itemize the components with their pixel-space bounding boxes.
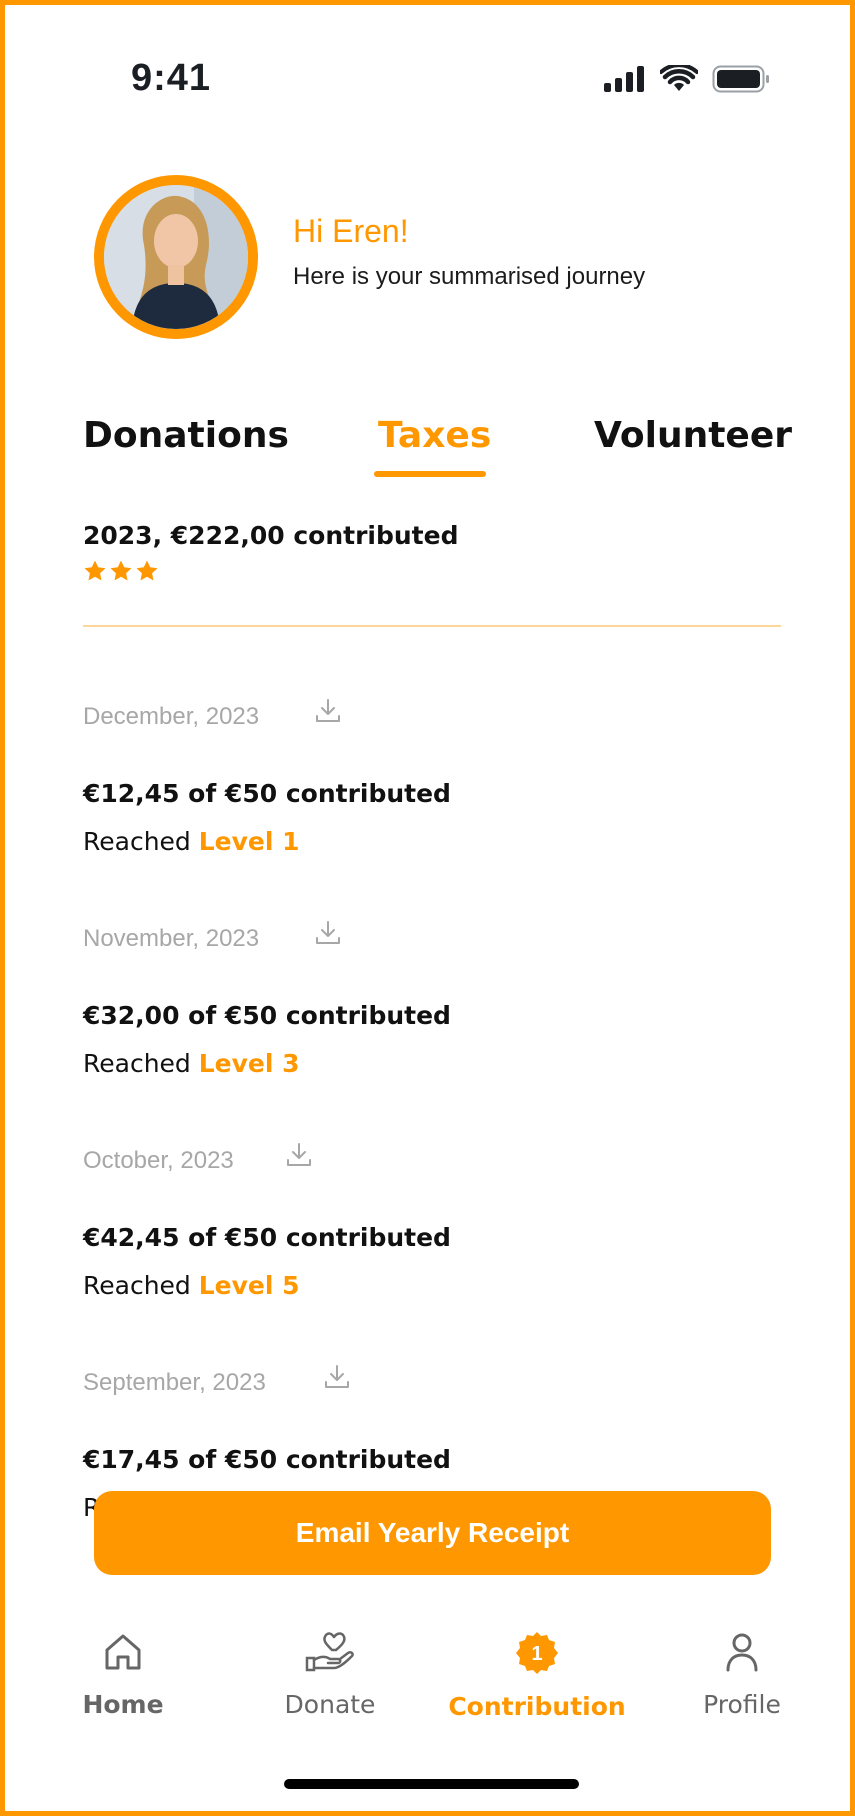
- contribution-amount: €17,45 of €50 contributed: [83, 1445, 451, 1474]
- nav-contribution[interactable]: 1 Contribution: [448, 1630, 626, 1721]
- active-tab-indicator: [374, 471, 486, 477]
- month-label: October, 2023: [83, 1147, 234, 1174]
- star-icon: [84, 560, 106, 581]
- home-indicator: [284, 1779, 579, 1789]
- yearly-summary: 2023, €222,00 contributed: [83, 521, 459, 550]
- reached-label: Reached: [83, 827, 199, 856]
- level-label: Level 3: [198, 1049, 300, 1078]
- status-icons: [604, 65, 770, 93]
- rating-stars: [83, 559, 159, 583]
- nav-profile[interactable]: Profile: [657, 1630, 827, 1719]
- profile-icon: [726, 1633, 758, 1672]
- nav-label: Profile: [703, 1690, 781, 1719]
- reached-label: Reached: [83, 1271, 199, 1300]
- battery-icon: [712, 65, 769, 93]
- level-status: Reached Level 5: [83, 1271, 300, 1300]
- download-icon[interactable]: [314, 919, 342, 947]
- status-time: 9:41: [131, 57, 212, 99]
- avatar[interactable]: [94, 175, 258, 339]
- user-photo: [104, 185, 248, 329]
- badge-number: 1: [531, 1643, 542, 1665]
- download-icon[interactable]: [285, 1141, 313, 1169]
- signal-icon: [604, 66, 644, 92]
- email-yearly-receipt-button[interactable]: Email Yearly Receipt: [94, 1491, 771, 1575]
- wifi-icon: [660, 65, 698, 91]
- level-status: Reached Level 1: [83, 827, 300, 856]
- level-label: Level 5: [198, 1271, 300, 1300]
- download-icon[interactable]: [314, 697, 342, 725]
- star-icon: [110, 560, 132, 581]
- reached-label: Reached: [83, 1049, 199, 1078]
- tab-donations[interactable]: Donations: [83, 415, 289, 456]
- home-icon: [105, 1634, 141, 1670]
- level-status: Reached Level 3: [83, 1049, 300, 1078]
- donate-hand-heart-icon: [305, 1632, 354, 1672]
- month-label: September, 2023: [83, 1369, 266, 1396]
- level-label: Level 1: [198, 827, 300, 856]
- app-screen: 9:41 Hi Eren! Here is your summarised jo…: [0, 0, 855, 1816]
- nav-label: Donate: [284, 1690, 376, 1719]
- download-icon[interactable]: [323, 1363, 351, 1391]
- star-icon: [136, 560, 158, 581]
- nav-donate[interactable]: Donate: [245, 1630, 415, 1719]
- month-label: December, 2023: [83, 703, 260, 730]
- contribution-amount: €12,45 of €50 contributed: [83, 779, 451, 808]
- tab-taxes[interactable]: Taxes: [378, 415, 491, 456]
- divider: [83, 625, 781, 627]
- subtitle: Here is your summarised journey: [293, 263, 646, 290]
- contribution-amount: €32,00 of €50 contributed: [83, 1001, 451, 1030]
- nav-home[interactable]: Home: [38, 1630, 208, 1719]
- badge-icon: 1: [516, 1632, 558, 1674]
- nav-label: Home: [82, 1690, 164, 1719]
- tab-volunteer[interactable]: Volunteer: [594, 415, 792, 456]
- month-label: November, 2023: [83, 925, 260, 952]
- nav-label: Contribution: [448, 1692, 626, 1721]
- contribution-amount: €42,45 of €50 contributed: [83, 1223, 451, 1252]
- greeting: Hi Eren!: [293, 213, 409, 249]
